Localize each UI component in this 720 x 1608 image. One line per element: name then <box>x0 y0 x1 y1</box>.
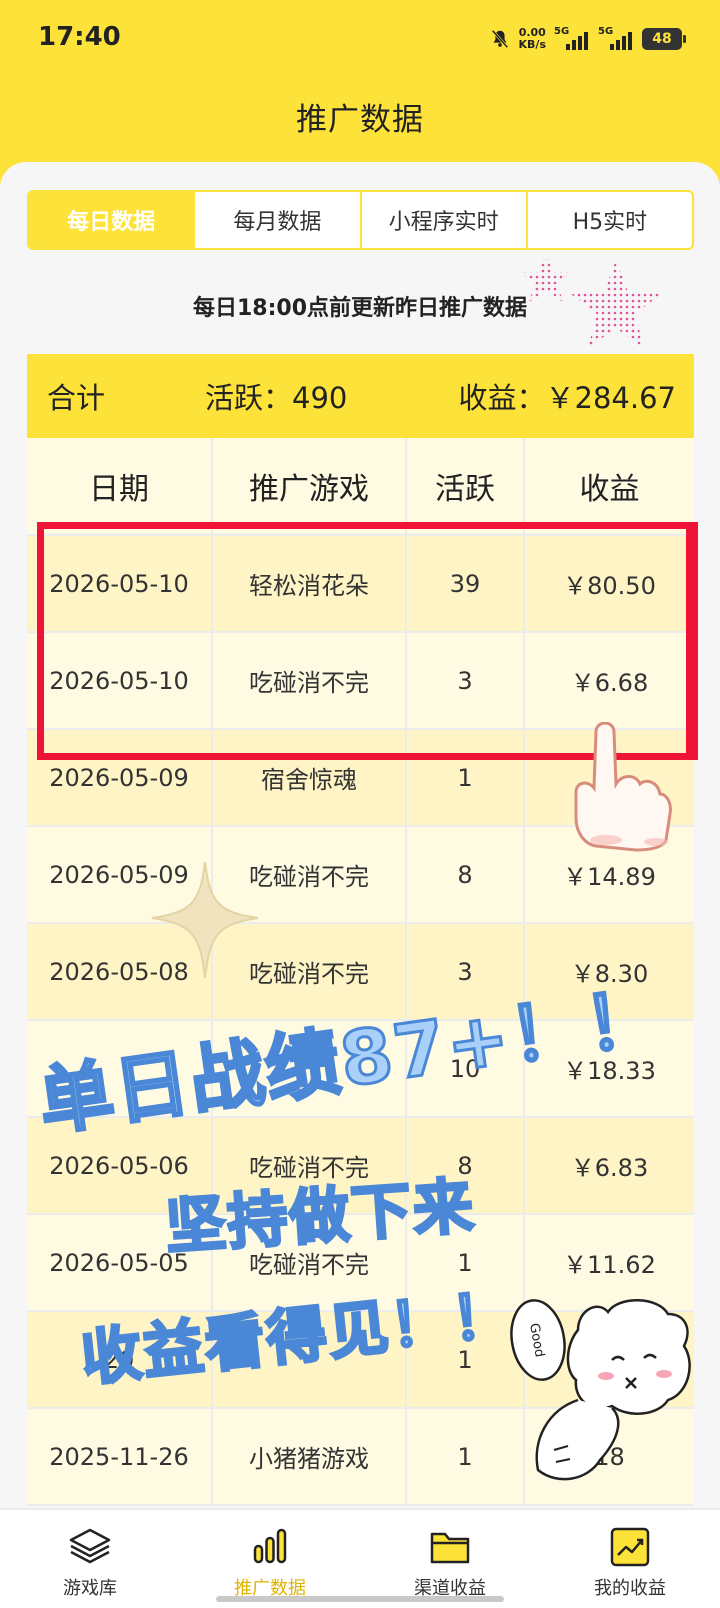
cell-active: 8 <box>407 1118 525 1215</box>
cell-game: 小猪猪游戏 <box>213 1409 407 1506</box>
cell-date: 2025-11-26 <box>27 1409 213 1506</box>
table-row: 2026-05-09 吃碰消不完 8 ￥14.89 <box>27 827 694 924</box>
cell-active: 1 <box>407 730 525 827</box>
nav-channel-income[interactable]: 渠道收益 <box>360 1510 540 1608</box>
sim2-label: 5G <box>598 26 614 37</box>
cell-date: 2026-05-10 <box>27 633 213 730</box>
cell-game: 吃碰消不完 <box>213 633 407 730</box>
tab-monthly-data[interactable]: 每月数据 <box>193 192 359 248</box>
cell-date: 2026-05-06 <box>27 1118 213 1215</box>
data-table: 日期 推广游戏 活跃 收益 2026-05-10 轻松消花朵 39 ￥80.50 202… <box>27 438 694 1506</box>
table-row: 20 1 <box>27 1312 694 1409</box>
summary-income: 收益：￥284.67 <box>458 381 676 415</box>
cell-active: 3 <box>407 633 525 730</box>
table-header: 日期 推广游戏 活跃 收益 <box>27 438 694 536</box>
home-indicator <box>216 1596 504 1602</box>
status-bar: 17:40 0.00 KB/s 5G 5G 48 <box>0 0 720 80</box>
tab-daily-data[interactable]: 每日数据 <box>29 192 194 248</box>
table-row: 2026-05-05 吃碰消不完 1 ￥11.62 <box>27 1215 694 1312</box>
bottom-nav: 游戏库 推广数据 渠道收益 我的收益 <box>0 1508 720 1608</box>
net-speed-unit: KB/s <box>518 38 546 51</box>
cell-game: 宿舍惊魂 <box>213 730 407 827</box>
layers-icon <box>69 1528 111 1564</box>
column-header-game: 推广游戏 <box>213 438 407 536</box>
folder-icon <box>430 1532 470 1564</box>
signal-icon: 5G <box>554 26 590 50</box>
table-body: 2026-05-10 轻松消花朵 39 ￥80.50 2026-05-10 吃碰消不完 3 ￥… <box>27 536 694 1506</box>
cell-date: 2026-05-09 <box>27 730 213 827</box>
cell-date: 2026-05-09 <box>27 827 213 924</box>
cell-active: 39 <box>407 536 525 633</box>
table-row: 2026-05-06 吃碰消不完 8 ￥6.83 <box>27 1118 694 1215</box>
network-speed: 0.00 KB/s <box>519 27 546 51</box>
cell-income: ￥14.89 <box>525 827 694 924</box>
cell-income: ￥6.68 <box>525 633 694 730</box>
summary-bar: 合计 活跃：490 收益：￥284.67 <box>27 354 694 438</box>
cell-active: 1 <box>407 1312 525 1409</box>
cell-game <box>213 1312 407 1409</box>
cell-income: ￥18.33 <box>525 1021 694 1118</box>
tab-mini-program-realtime[interactable]: 小程序实时 <box>359 192 526 248</box>
bar-chart-icon <box>253 1528 287 1564</box>
cell-active: 3 <box>407 924 525 1021</box>
status-icons: 0.00 KB/s 5G 5G 48 <box>489 24 686 54</box>
page-title: 推广数据 <box>296 102 424 138</box>
nav-label-game-library: 游戏库 <box>63 1578 117 1599</box>
sim1-label: 5G <box>554 26 570 37</box>
tab-bar: 每日数据 每月数据 小程序实时 H5实时 <box>27 190 694 250</box>
column-header-income: 收益 <box>525 438 694 536</box>
table-row: 2026-05-10 吃碰消不完 3 ￥6.68 <box>27 633 694 730</box>
table-row: 2025-11-26 小猪猪游戏 1 18 <box>27 1409 694 1506</box>
cell-date: 20 <box>27 1312 213 1409</box>
cell-game: 吃碰消不完 <box>213 1215 407 1312</box>
cell-income <box>525 1312 694 1409</box>
summary-active: 活跃：490 <box>205 381 348 415</box>
column-header-active: 活跃 <box>407 438 525 536</box>
cell-game: 吃碰消不完 <box>213 1118 407 1215</box>
cell-income: ￥8.30 <box>525 924 694 1021</box>
cell-income: ￥ <box>525 730 694 827</box>
nav-label-my-income: 我的收益 <box>594 1578 666 1599</box>
cell-income: ￥80.50 <box>525 536 694 633</box>
column-header-date: 日期 <box>27 438 213 536</box>
table-row: 2026-05-08 吃碰消不完 3 ￥8.30 <box>27 924 694 1021</box>
summary-label: 合计 <box>47 381 106 415</box>
nav-game-library[interactable]: 游戏库 <box>0 1510 180 1608</box>
cell-active: 8 <box>407 827 525 924</box>
cell-date: 2026-05-10 <box>27 536 213 633</box>
cell-active: 10 <box>407 1021 525 1118</box>
trend-chart-icon <box>610 1527 650 1567</box>
cell-game: 轻松消花朵 <box>213 536 407 633</box>
cell-income: ￥6.83 <box>525 1118 694 1215</box>
table-row: 2026-05-10 轻松消花朵 39 ￥80.50 <box>27 536 694 633</box>
cell-income: ￥11.62 <box>525 1215 694 1312</box>
table-row: 10 ￥18.33 <box>27 1021 694 1118</box>
cell-date: 2026-05-08 <box>27 924 213 1021</box>
cell-game: 吃碰消不完 <box>213 827 407 924</box>
cell-income: 18 <box>525 1409 694 1506</box>
status-time: 17:40 <box>38 22 121 52</box>
signal-icon: 5G <box>598 26 634 50</box>
cell-game: 吃碰消不完 <box>213 924 407 1021</box>
mute-bell-icon <box>491 29 508 49</box>
cell-active: 1 <box>407 1215 525 1312</box>
nav-promotion-data[interactable]: 推广数据 <box>180 1510 360 1608</box>
cell-date: 2026-05-05 <box>27 1215 213 1312</box>
nav-my-income[interactable]: 我的收益 <box>540 1510 720 1608</box>
table-row: 2026-05-09 宿舍惊魂 1 ￥ <box>27 730 694 827</box>
cell-active: 1 <box>407 1409 525 1506</box>
update-notice: 每日18:00点前更新昨日推广数据 <box>192 296 528 321</box>
tab-h5-realtime[interactable]: H5实时 <box>525 192 692 248</box>
battery-icon: 48 <box>642 28 686 50</box>
cell-game <box>213 1021 407 1118</box>
cell-date <box>27 1021 213 1118</box>
